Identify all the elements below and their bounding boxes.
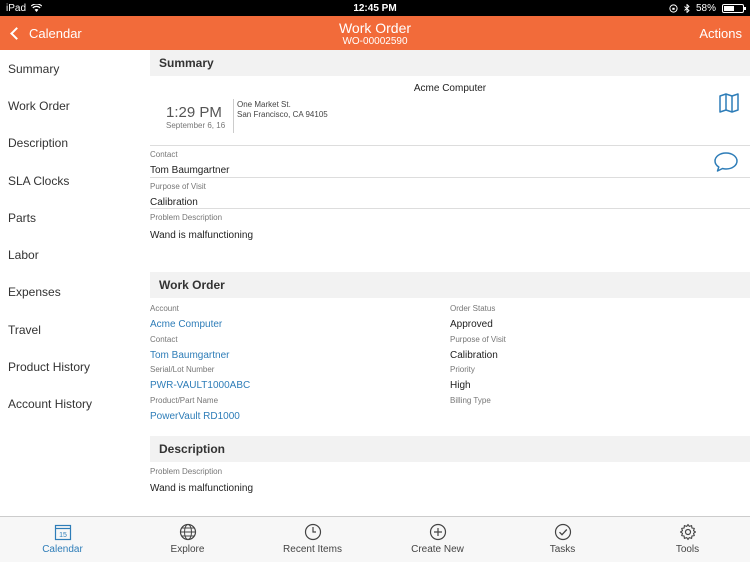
billing-type-label: Billing Type (450, 396, 491, 405)
chevron-left-icon (10, 26, 23, 40)
globe-icon (179, 523, 196, 541)
summary-heading: Summary (150, 50, 750, 76)
summary-account: Acme Computer (413, 83, 487, 94)
bluetooth-icon (684, 3, 690, 13)
check-circle-icon (554, 523, 571, 541)
appointment-date: September 6, 16 (166, 121, 226, 130)
battery-icon (722, 3, 746, 13)
page-title: Work Order WO-00002590 (0, 20, 750, 48)
purpose-label: Purpose of Visit (150, 182, 206, 191)
calendar-day-number: 15 (59, 532, 67, 539)
chat-icon[interactable] (713, 151, 739, 173)
page-title-text: Work Order (338, 20, 412, 36)
description-heading: Description (150, 436, 750, 462)
navigation-bar: Calendar Work Order WO-00002590 Actions (0, 16, 750, 50)
work-order-heading: Work Order (150, 272, 750, 298)
sidebar-item-description[interactable]: Description (0, 125, 136, 162)
gear-icon (679, 523, 696, 541)
calendar-icon: 15 (54, 524, 71, 541)
problem-label: Problem Description (150, 213, 223, 222)
description-section: Description Problem Description Wand is … (150, 436, 750, 516)
tab-label: Recent Items (283, 544, 342, 555)
sidebar-item-expenses[interactable]: Expenses (0, 274, 136, 311)
divider (150, 145, 750, 146)
tab-label: Tasks (549, 544, 576, 555)
order-status-value: Approved (450, 319, 493, 330)
status-time: 12:45 PM (353, 2, 397, 14)
account-label: Account (150, 304, 179, 313)
sidebar-item-account-history[interactable]: Account History (0, 386, 136, 423)
sidebar-item-work-order[interactable]: Work Order (0, 87, 136, 124)
work-order-number: WO-00002590 (342, 36, 408, 47)
battery-percent: 58% (695, 2, 716, 14)
sidebar-item-product-history[interactable]: Product History (0, 348, 136, 385)
address-line2: San Francisco, CA 94105 (237, 110, 328, 119)
clock-icon (304, 523, 321, 541)
tab-create-new[interactable]: Create New (375, 517, 500, 562)
tab-label: Explore (170, 544, 205, 555)
tab-calendar[interactable]: 15 Calendar (0, 517, 125, 562)
tab-recent-items[interactable]: Recent Items (250, 517, 375, 562)
sidebar-item-parts[interactable]: Parts (0, 199, 136, 236)
main-content[interactable]: Summary Acme Computer 1:29 PM September … (150, 50, 750, 516)
divider (150, 208, 750, 209)
contact-value: Tom Baumgartner (150, 165, 230, 176)
sidebar-item-summary[interactable]: Summary (0, 50, 136, 87)
sidebar: Summary Work Order Description SLA Clock… (0, 50, 136, 516)
back-button-label: Calendar (29, 25, 82, 41)
problem-label: Problem Description (150, 467, 223, 476)
tab-label: Create New (411, 544, 464, 555)
product-label: Product/Part Name (150, 396, 219, 405)
serial-link[interactable]: PWR-VAULT1000ABC (150, 380, 250, 391)
account-link[interactable]: Acme Computer (150, 319, 222, 330)
product-link[interactable]: PowerVault RD1000 (150, 411, 240, 422)
address-line1: One Market St. (237, 100, 291, 109)
tab-explore[interactable]: Explore (125, 517, 250, 562)
work-order-section: Work Order Account Acme Computer Contact… (150, 272, 750, 436)
actions-button[interactable]: Actions (699, 16, 742, 50)
priority-value: High (450, 380, 471, 391)
divider (150, 177, 750, 178)
tab-tasks[interactable]: Tasks (500, 517, 625, 562)
map-icon[interactable] (718, 92, 740, 114)
tab-label: Calendar (42, 544, 83, 555)
tab-label: Tools (675, 544, 700, 555)
sidebar-item-travel[interactable]: Travel (0, 311, 136, 348)
appointment-time: 1:29 PM (166, 104, 222, 121)
order-status-label: Order Status (450, 304, 496, 313)
contact-label: Contact (150, 335, 178, 344)
serial-label: Serial/Lot Number (150, 365, 215, 374)
contact-link[interactable]: Tom Baumgartner (150, 350, 229, 361)
tab-bar: 15 Calendar Explore Recent Items Create … (0, 516, 750, 562)
status-bar: iPad 12:45 PM 58% (0, 0, 750, 16)
plus-circle-icon (429, 523, 446, 541)
purpose-label: Purpose of Visit (450, 335, 506, 344)
purpose-value: Calibration (150, 197, 198, 208)
problem-value: Wand is malfunctioning (150, 230, 254, 241)
back-button[interactable]: Calendar (8, 16, 82, 50)
problem-value: Wand is malfunctioning (150, 483, 254, 494)
purpose-value: Calibration (450, 350, 498, 361)
priority-label: Priority (450, 365, 475, 374)
sidebar-item-labor[interactable]: Labor (0, 236, 136, 273)
device-name: iPad (6, 2, 27, 14)
sidebar-item-sla-clocks[interactable]: SLA Clocks (0, 162, 136, 199)
wifi-icon (31, 4, 43, 12)
summary-section: Summary Acme Computer 1:29 PM September … (150, 50, 750, 272)
contact-label: Contact (150, 150, 178, 159)
tab-tools[interactable]: Tools (625, 517, 750, 562)
summary-divider (233, 99, 234, 133)
orientation-lock-icon (669, 3, 678, 13)
